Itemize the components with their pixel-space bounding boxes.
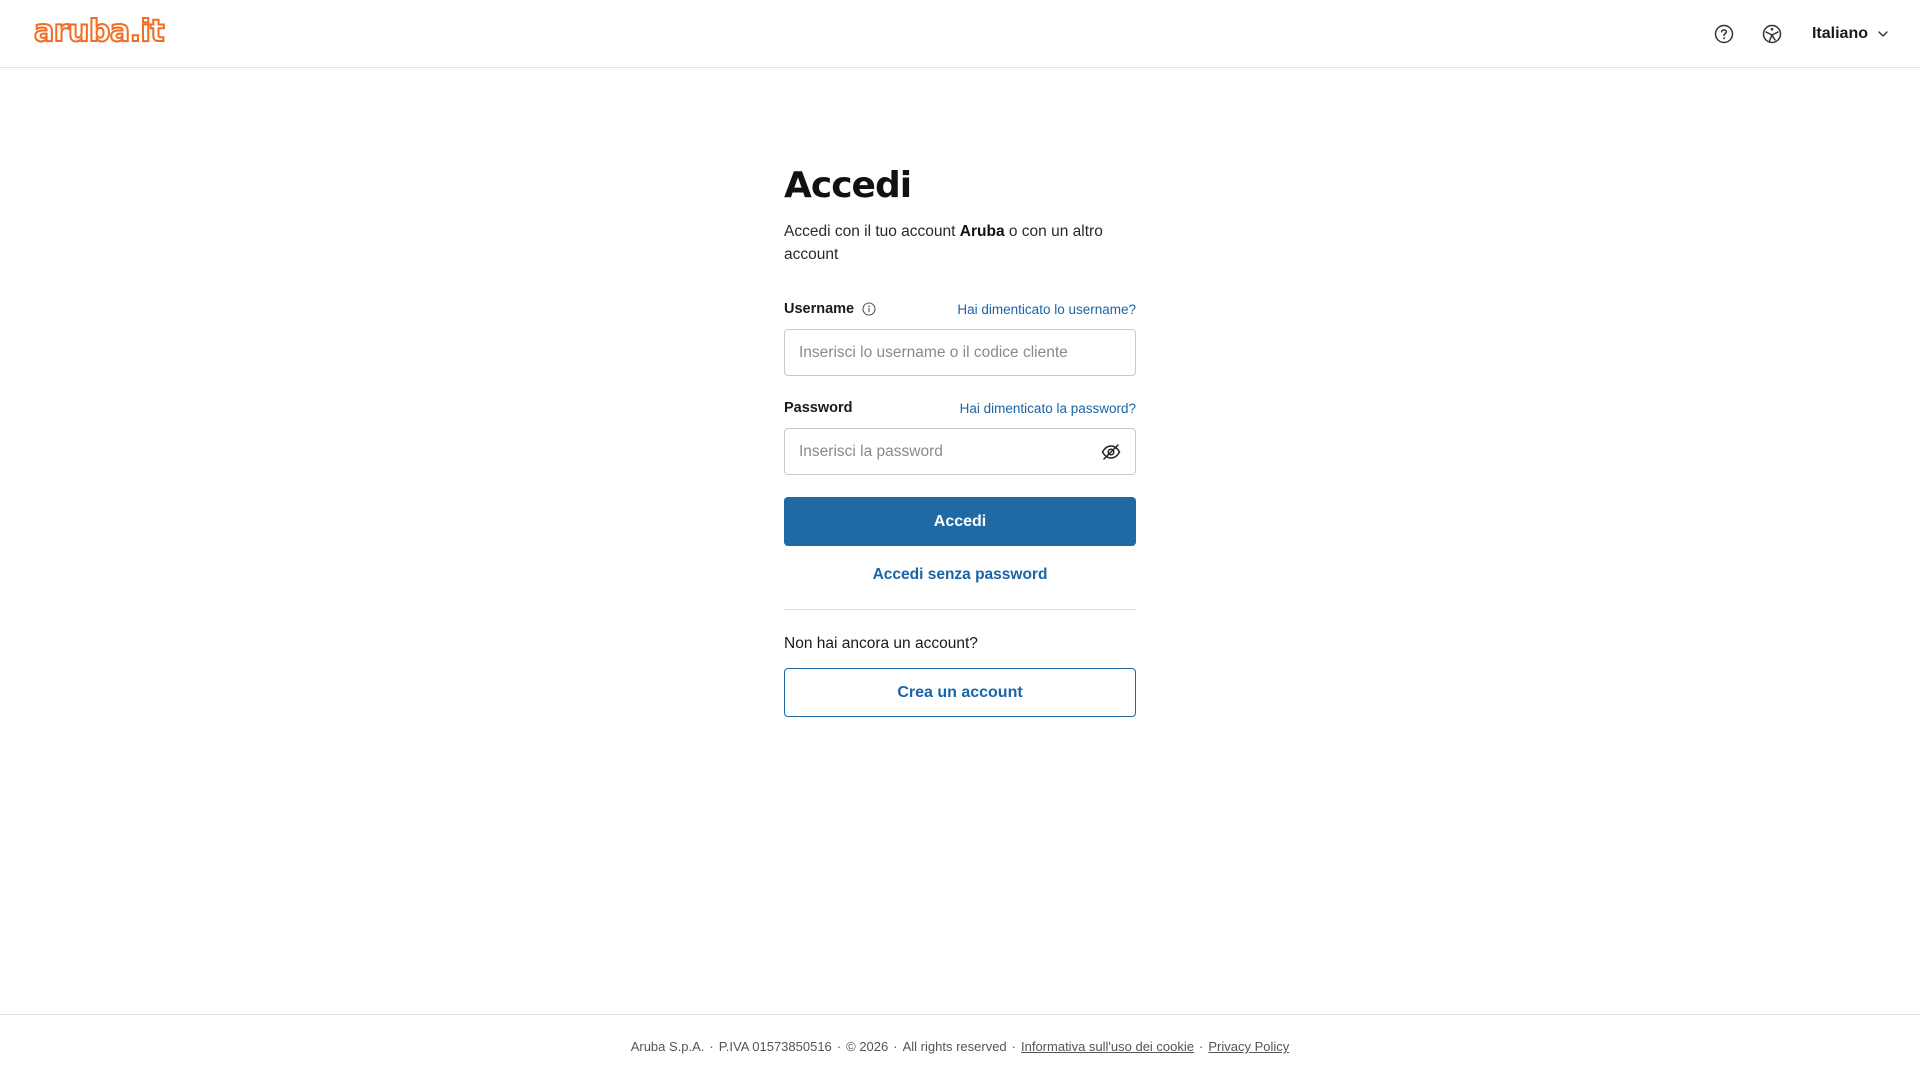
question-circle-icon[interactable] xyxy=(1708,18,1740,50)
passwordless-login-link[interactable]: Accedi senza password xyxy=(784,564,1136,586)
page-footer: Aruba S.p.A. · P.IVA 01573850516 · © 2026 · Al… xyxy=(0,1014,1920,1080)
login-form: Accedi Accedi con il tuo account Aruba o… xyxy=(784,164,1136,717)
top-header: aruba.it Italiano xyxy=(0,0,1920,68)
username-label-text: Username xyxy=(784,301,855,317)
username-label-row: Username Hai dimenticato lo username? xyxy=(784,299,1136,319)
accessibility-icon[interactable] xyxy=(1756,18,1788,50)
eye-off-icon[interactable] xyxy=(1101,443,1121,460)
forgot-username-link[interactable]: Hai dimenticato lo username? xyxy=(957,302,1136,317)
password-placeholder: Inserisci la password xyxy=(799,442,943,460)
aruba-logo[interactable]: aruba.it xyxy=(33,13,166,50)
footer-rights: All rights reserved xyxy=(902,1039,1007,1054)
username-input[interactable]: Inserisci lo username o il codice client… xyxy=(784,329,1136,376)
chevron-down-icon xyxy=(1878,31,1888,37)
info-icon[interactable] xyxy=(862,302,876,316)
footer-company: Aruba S.p.A. xyxy=(630,1039,705,1054)
no-account-text: Non hai ancora un account? xyxy=(784,635,978,652)
login-button[interactable]: Accedi xyxy=(784,497,1136,546)
privacy-policy-link[interactable]: Privacy Policy xyxy=(1208,1039,1289,1054)
language-selector[interactable]: Italiano xyxy=(1812,25,1888,43)
divider xyxy=(784,609,1136,610)
language-label: Italiano xyxy=(1811,25,1868,42)
footer-vat: P.IVA 01573850516 xyxy=(718,1039,832,1054)
password-input[interactable]: Inserisci la password xyxy=(784,428,1136,475)
forgot-password-link[interactable]: Hai dimenticato la password? xyxy=(960,401,1136,416)
password-label-row: Password Hai dimenticato la password? xyxy=(784,398,1136,418)
header-actions: Italiano xyxy=(1708,18,1888,50)
subtitle-brand: Aruba xyxy=(959,223,1005,240)
page-title: Accedi xyxy=(784,165,912,206)
cookie-policy-link[interactable]: Informativa sull'uso dei cookie xyxy=(1021,1039,1194,1054)
create-account-button[interactable]: Crea un account xyxy=(784,668,1136,717)
page-subtitle: Accedi con il tuo account Aruba o con un… xyxy=(784,220,1136,266)
password-label: Password xyxy=(784,400,853,416)
footer-copyright: © 2026 xyxy=(846,1039,889,1054)
username-label: Username xyxy=(784,301,876,317)
subtitle-prefix: Accedi con il tuo account xyxy=(784,223,960,240)
username-placeholder: Inserisci lo username o il codice client… xyxy=(799,343,1068,361)
